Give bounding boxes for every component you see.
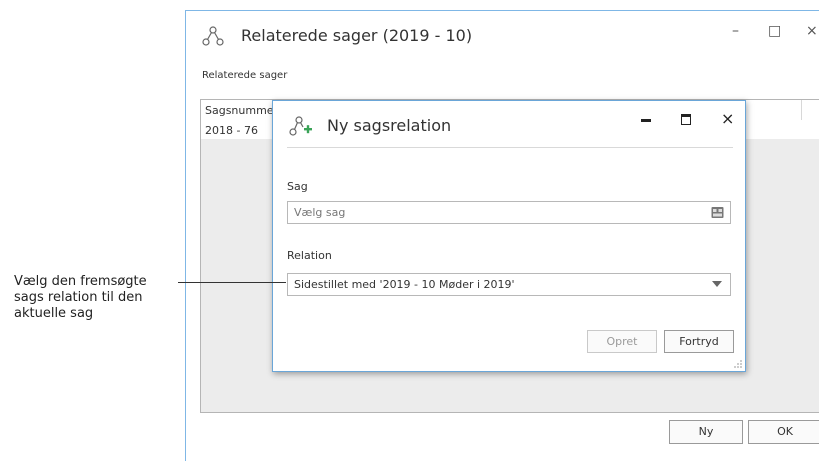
- case-number-cell: 2018 - 76: [205, 124, 258, 137]
- add-relation-icon: [289, 116, 312, 136]
- resize-grip-icon[interactable]: [733, 359, 743, 369]
- relation-label: Relation: [287, 249, 332, 262]
- case-picker-field[interactable]: Vælg sag: [287, 201, 731, 224]
- annotation-line: Vælg den fremsøgte: [14, 274, 147, 289]
- related-cases-icon: [202, 26, 224, 46]
- title-divider: [287, 147, 733, 148]
- dialog-maximize-button[interactable]: [681, 114, 691, 125]
- section-label: Relaterede sager: [202, 70, 288, 81]
- relation-value: Sidestillet med '2019 - 10 Møder i 2019': [294, 278, 515, 291]
- annotation-text: Vælg den fremsøgte sags relation til den…: [14, 274, 147, 322]
- minimize-button[interactable]: –: [732, 23, 739, 39]
- dialog-close-button[interactable]: ×: [721, 109, 734, 128]
- cancel-button[interactable]: Fortryd: [664, 330, 734, 353]
- case-label: Sag: [287, 180, 308, 193]
- case-placeholder: Vælg sag: [294, 206, 346, 219]
- case-lookup-icon[interactable]: [711, 206, 724, 219]
- dialog-title: Ny sagsrelation: [327, 116, 452, 135]
- new-case-relation-dialog: Ny sagsrelation × Sag Vælg sag Relation …: [272, 100, 746, 372]
- annotation-line: sags relation til den: [14, 290, 143, 305]
- ok-button[interactable]: OK: [748, 420, 819, 444]
- column-divider: [801, 100, 802, 120]
- dialog-minimize-button[interactable]: [641, 119, 651, 122]
- column-header-case-number[interactable]: Sagsnumme: [205, 104, 274, 117]
- new-button[interactable]: Ny: [669, 420, 743, 444]
- relation-select[interactable]: Sidestillet med '2019 - 10 Møder i 2019': [287, 273, 731, 296]
- annotation-leader-line: [178, 282, 286, 283]
- window-title: Relaterede sager (2019 - 10): [241, 26, 473, 45]
- close-button[interactable]: ×: [806, 23, 818, 39]
- chevron-down-icon[interactable]: [712, 281, 722, 288]
- maximize-button[interactable]: □: [768, 23, 781, 39]
- create-button[interactable]: Opret: [587, 330, 657, 353]
- annotation-line: aktuelle sag: [14, 306, 94, 321]
